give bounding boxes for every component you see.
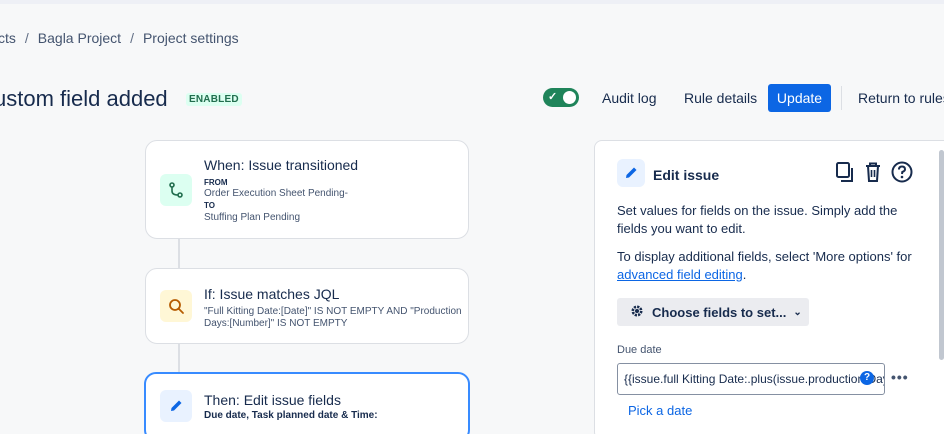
breadcrumb-projects[interactable]: cts [0,30,16,46]
more-options-icon[interactable]: ••• [891,369,909,385]
gear-icon [629,303,645,322]
status-badge: ENABLED [186,93,242,106]
advanced-field-editing-link[interactable]: advanced field editing [617,267,743,282]
return-to-rules-button[interactable]: Return to rules [858,84,944,112]
branch-icon [160,174,192,206]
choose-fields-label: Choose fields to set... [652,304,787,320]
choose-fields-button[interactable]: Choose fields to set... ⌄ [617,298,809,326]
flow-connector [178,344,180,372]
panel-description: Set values for fields on the issue. Simp… [617,203,898,236]
breadcrumb-project-settings[interactable]: Project settings [143,30,239,46]
period: . [742,267,747,282]
edit-issue-panel: Edit issue Set values for fields on the … [594,140,944,434]
action-title: Then: Edit issue fields [204,392,341,408]
flow-connector [178,239,180,268]
breadcrumb-separator: / [130,30,134,46]
breadcrumb-separator: / [24,30,29,46]
pencil-icon [160,390,192,422]
to-label: TO [204,201,215,210]
pick-a-date-link[interactable]: Pick a date [628,403,692,418]
search-icon [160,290,192,322]
breadcrumb-project[interactable]: Bagla Project [38,30,121,46]
jql-line-2: Days:[Number]" IS NOT EMPTY [204,318,348,329]
delete-icon[interactable] [863,161,883,188]
panel-more-options-text: To display additional fields, select 'Mo… [617,248,917,284]
top-bar [0,0,944,4]
rule-details-button[interactable]: Rule details [684,84,757,112]
divider [841,86,842,110]
pencil-icon [617,159,645,187]
action-card[interactable]: Then: Edit issue fields Due date, Task p… [144,372,470,434]
jql-line-1: "Full Kitting Date:[Date]" IS NOT EMPTY … [204,306,462,317]
smart-value-icon[interactable]: ? [860,371,874,385]
condition-card[interactable]: If: Issue matches JQL "Full Kitting Date… [145,268,469,344]
to-value: Stuffing Plan Pending [204,212,301,223]
scrollbar[interactable] [939,150,944,360]
toggle-knob [563,91,576,104]
chevron-down-icon: ⌄ [793,306,802,318]
due-date-label: Due date [617,344,662,356]
check-icon: ✓ [548,91,558,103]
copy-icon[interactable] [835,161,855,188]
due-date-field[interactable]: {{issue.full Kitting Date:.plus(issue.pr… [617,363,885,395]
panel-title: Edit issue [653,167,720,183]
help-icon[interactable] [891,161,913,188]
more-options-hint: To display additional fields, select 'Mo… [617,249,912,264]
action-detail: Due date, Task planned date & Time: [204,410,378,421]
audit-log-button[interactable]: Audit log [602,84,656,112]
from-value: Order Execution Sheet Pending- [204,188,348,199]
trigger-card[interactable]: When: Issue transitioned FROM Order Exec… [145,140,469,239]
trigger-title: When: Issue transitioned [204,157,359,173]
breadcrumb: cts / Bagla Project / Project settings [0,30,239,46]
rule-enabled-toggle[interactable]: ✓ [543,88,579,107]
rule-title[interactable]: ustom field added [0,86,168,112]
condition-title: If: Issue matches JQL [204,286,340,302]
update-button[interactable]: Update [768,84,831,112]
